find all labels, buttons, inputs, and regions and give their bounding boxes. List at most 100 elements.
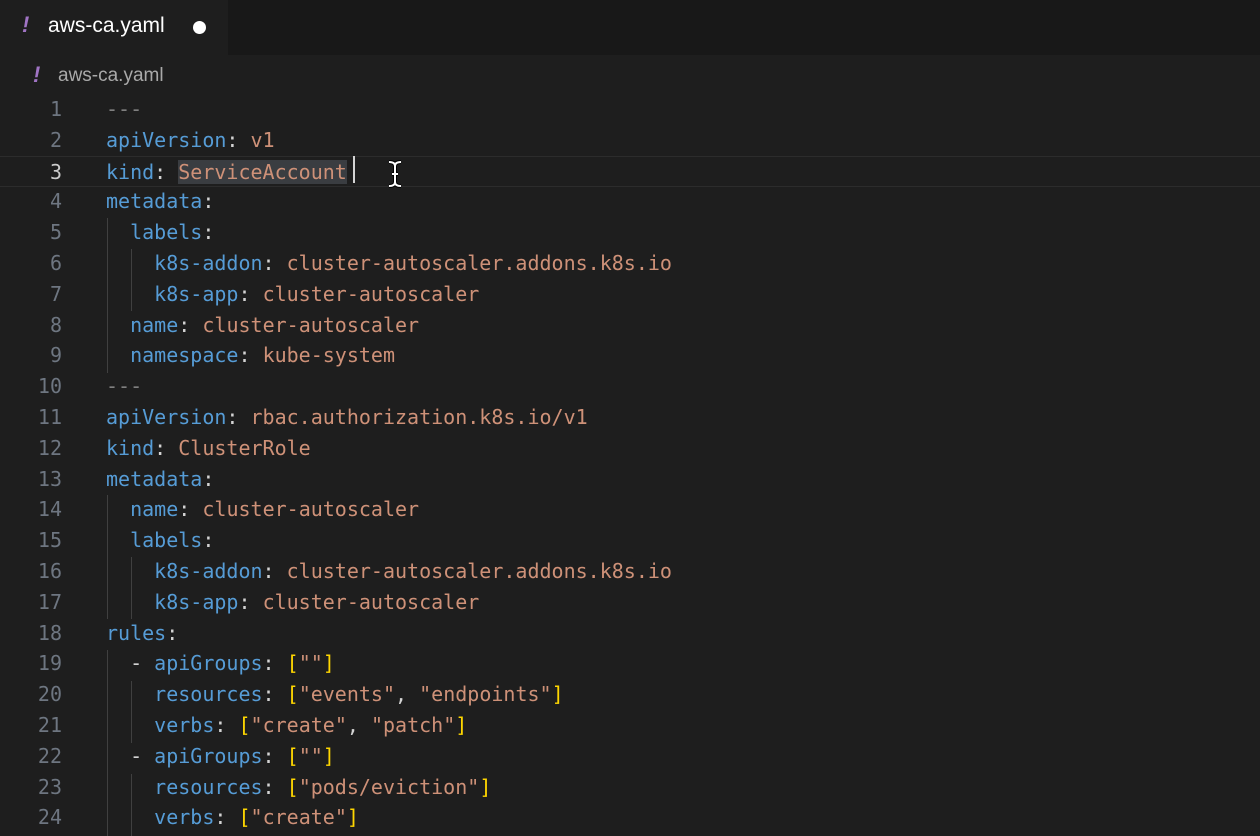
- yaml-bracket: ]: [551, 682, 564, 707]
- yaml-punctuation: :: [238, 589, 263, 614]
- dot-icon[interactable]: [193, 21, 206, 34]
- yaml-punctuation: :: [178, 497, 203, 522]
- code-editor[interactable]: 1 --- 2 apiVersion: v1 3 kind: ServiceAccount…: [0, 94, 1260, 836]
- code-line[interactable]: 2 apiVersion: v1: [0, 125, 1260, 156]
- yaml-punctuation: :: [178, 312, 203, 337]
- line-code: resources: ["events", "endpoints"]: [106, 679, 564, 710]
- breadcrumb: ! aws-ca.yaml: [0, 55, 1260, 95]
- yaml-bracket: ]: [322, 651, 335, 676]
- line-number: 24: [37, 805, 62, 830]
- code-line[interactable]: 24 verbs: ["create"]: [0, 802, 1260, 833]
- code-line[interactable]: 17 k8s-app: cluster-autoscaler: [0, 587, 1260, 618]
- yaml-value: kube-system: [262, 343, 396, 368]
- code-line[interactable]: 1 ---: [0, 94, 1260, 125]
- yaml-punctuation: [106, 343, 130, 367]
- yaml-punctuation: :: [262, 251, 287, 275]
- yaml-value: v1: [250, 127, 275, 152]
- line-code: k8s-addon: cluster-autoscaler.addons.k8s…: [106, 556, 672, 587]
- code-line[interactable]: 15 labels:: [0, 525, 1260, 556]
- yaml-punctuation: :: [166, 620, 179, 645]
- selected-text: ServiceAccount: [178, 159, 347, 184]
- code-line[interactable]: 23 resources: ["pods/eviction"]: [0, 772, 1260, 803]
- line-code: k8s-app: cluster-autoscaler: [106, 587, 479, 618]
- yaml-value: "endpoints": [419, 682, 552, 707]
- code-line[interactable]: 20 resources: ["events", "endpoints"]: [0, 679, 1260, 710]
- line-code: verbs: ["create", "patch"]: [106, 710, 467, 741]
- yaml-punctuation: [106, 713, 154, 737]
- line-code: apiVersion: rbac.authorization.k8s.io/v1: [106, 402, 588, 433]
- line-code: metadata:: [106, 186, 214, 217]
- line-number: 15: [37, 528, 62, 553]
- yaml-value: "events": [298, 682, 396, 707]
- line-number: 12: [37, 435, 62, 460]
- yaml-punctuation: :: [214, 713, 239, 737]
- yaml-punctuation: -: [106, 743, 155, 768]
- code-line[interactable]: 12 kind: ClusterRole: [0, 433, 1260, 464]
- code-line[interactable]: 16 k8s-addon: cluster-autoscaler.addons.…: [0, 556, 1260, 587]
- code-line[interactable]: 7 k8s-app: cluster-autoscaler: [0, 279, 1260, 310]
- yaml-punctuation: :: [262, 774, 287, 799]
- yaml-punctuation: [106, 682, 154, 706]
- yaml-key: apiGroups: [154, 651, 263, 676]
- yaml-key: kind: [106, 435, 155, 460]
- yaml-bracket: ]: [322, 743, 335, 768]
- tab-aws-ca-yaml[interactable]: ! aws-ca.yaml: [0, 0, 228, 55]
- document-separator: ---: [106, 97, 143, 121]
- breadcrumb-file[interactable]: aws-ca.yaml: [58, 65, 164, 87]
- yaml-punctuation: :: [154, 435, 179, 460]
- tab-bar: ! aws-ca.yaml: [0, 0, 1260, 55]
- line-number: 14: [37, 497, 62, 522]
- yaml-punctuation: [106, 590, 154, 614]
- yaml-punctuation: :: [238, 343, 263, 368]
- yaml-bracket: [: [238, 805, 251, 830]
- code-line[interactable]: 3 kind: ServiceAccount: [0, 155, 1260, 187]
- line-number: 19: [37, 651, 62, 676]
- line-code: k8s-addon: cluster-autoscaler.addons.k8s…: [106, 248, 672, 279]
- yaml-value: "pods/eviction": [298, 774, 480, 799]
- code-line[interactable]: 8 name: cluster-autoscaler: [0, 310, 1260, 341]
- code-line[interactable]: 5 labels:: [0, 217, 1260, 248]
- yaml-key: verbs: [154, 805, 215, 830]
- yaml-key: k8s-addon: [154, 251, 263, 275]
- yaml-punctuation: :: [202, 189, 215, 214]
- code-line[interactable]: 19 - apiGroups: [""]: [0, 648, 1260, 679]
- yaml-key: apiVersion: [106, 405, 227, 429]
- code-line[interactable]: 6 k8s-addon: cluster-autoscaler.addons.k…: [0, 248, 1260, 279]
- yaml-value: cluster-autoscaler: [262, 281, 480, 306]
- yaml-punctuation: [106, 559, 154, 583]
- yaml-punctuation: [106, 528, 130, 552]
- yaml-key: k8s-app: [154, 589, 239, 614]
- yaml-value: ClusterRole: [178, 435, 311, 460]
- code-line[interactable]: 13 metadata:: [0, 464, 1260, 495]
- line-number: 9: [49, 343, 62, 368]
- line-number: 1: [49, 97, 62, 121]
- line-number: 23: [37, 774, 62, 799]
- line-number: 5: [49, 220, 62, 245]
- code-line[interactable]: 11 apiVersion: rbac.authorization.k8s.io/…: [0, 402, 1260, 433]
- document-separator: ---: [106, 374, 143, 399]
- yaml-key: rules: [106, 620, 167, 645]
- yaml-value: "create": [250, 713, 347, 737]
- yaml-key: k8s-app: [154, 281, 239, 306]
- code-line[interactable]: 21 verbs: ["create", "patch"]: [0, 710, 1260, 741]
- yaml-value: "": [298, 743, 323, 768]
- code-line[interactable]: 14 name: cluster-autoscaler: [0, 494, 1260, 525]
- line-code: - apiGroups: [""]: [106, 648, 335, 679]
- code-line[interactable]: 4 metadata:: [0, 186, 1260, 217]
- yaml-value: "": [298, 651, 323, 676]
- line-code: name: cluster-autoscaler: [106, 310, 419, 341]
- yaml-bracket: [: [286, 682, 299, 707]
- line-code: ---: [106, 371, 142, 402]
- yaml-punctuation: :: [238, 281, 263, 306]
- code-line[interactable]: 10 ---: [0, 371, 1260, 402]
- line-code: name: cluster-autoscaler: [106, 494, 419, 525]
- yaml-punctuation: [106, 251, 154, 275]
- code-line[interactable]: 18 rules:: [0, 618, 1260, 649]
- line-code: labels:: [106, 525, 214, 556]
- code-line[interactable]: 22 - apiGroups: [""]: [0, 741, 1260, 772]
- yaml-key: k8s-addon: [154, 559, 263, 583]
- yaml-punctuation: :: [262, 651, 287, 676]
- line-number: 11: [37, 405, 62, 429]
- yaml-punctuation: :: [226, 405, 251, 429]
- code-line[interactable]: 9 namespace: kube-system: [0, 340, 1260, 371]
